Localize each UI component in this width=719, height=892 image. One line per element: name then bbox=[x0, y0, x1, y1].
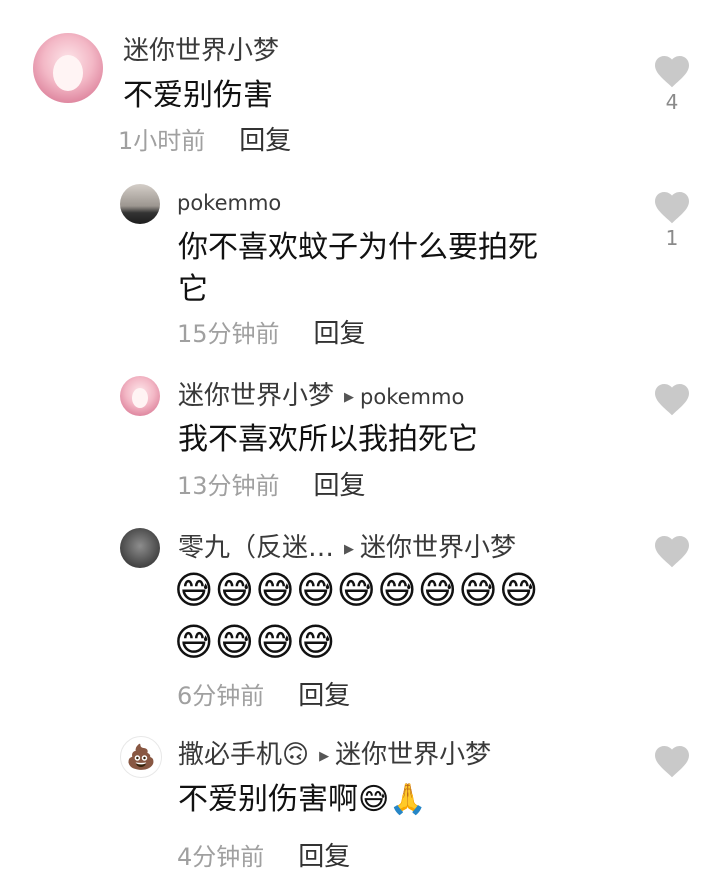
avatar[interactable] bbox=[120, 528, 160, 568]
reply-item: pokemmo 你不喜欢蚊子为什么要拍死 它 15分钟前 回复 1 bbox=[0, 170, 719, 370]
reply-to-user[interactable]: 迷你世界小梦 bbox=[360, 533, 516, 563]
like-button[interactable] bbox=[652, 382, 692, 416]
comment-text: 不爱别伤害 bbox=[123, 78, 273, 113]
comment-time: 4分钟前 bbox=[177, 843, 265, 871]
heart-icon bbox=[655, 536, 689, 568]
like-button[interactable] bbox=[652, 534, 692, 568]
comment-text: 不爱别伤害啊😅🙏 bbox=[178, 782, 427, 817]
comment-meta: 1小时前 回复 bbox=[118, 128, 291, 154]
comment-author[interactable]: 零九（反迷… bbox=[178, 533, 334, 563]
avatar-face bbox=[53, 55, 83, 91]
reply-button[interactable]: 回复 bbox=[314, 319, 366, 349]
avatar[interactable] bbox=[33, 33, 103, 103]
heart-icon bbox=[655, 384, 689, 416]
like-button[interactable]: 1 bbox=[652, 190, 692, 248]
reply-button[interactable]: 回复 bbox=[298, 681, 350, 711]
reply-to-user[interactable]: pokemmo bbox=[360, 385, 464, 409]
like-count: 1 bbox=[665, 226, 679, 250]
comment-author[interactable]: pokemmo bbox=[177, 193, 281, 214]
comment-meta: 6分钟前 回复 bbox=[177, 683, 350, 709]
like-button[interactable]: 4 bbox=[652, 54, 692, 112]
comment-text-line1: 😅😅😅😅😅😅😅😅😅 bbox=[174, 568, 540, 612]
heart-icon bbox=[655, 746, 689, 778]
comment-meta: 4分钟前 回复 bbox=[177, 844, 350, 870]
triangle-right-icon: ▶ bbox=[344, 542, 355, 557]
reply-button[interactable]: 回复 bbox=[239, 126, 291, 156]
like-count: 4 bbox=[665, 90, 679, 114]
comment-item: 迷你世界小梦 不爱别伤害 1小时前 回复 4 bbox=[0, 0, 719, 170]
avatar-face bbox=[132, 388, 148, 408]
comment-author-line: 撒必手机🙃 ▶ 迷你世界小梦 bbox=[178, 742, 491, 768]
comment-author[interactable]: 撒必手机🙃 bbox=[178, 740, 309, 770]
reply-button[interactable]: 回复 bbox=[298, 842, 350, 872]
comment-time: 1小时前 bbox=[118, 127, 206, 155]
reply-item: 零九（反迷… ▶ 迷你世界小梦 😅😅😅😅😅😅😅😅😅 😅😅😅😅 6分钟前 回复 bbox=[0, 520, 719, 730]
reply-item: 迷你世界小梦 ▶ pokemmo 我不喜欢所以我拍死它 13分钟前 回复 bbox=[0, 370, 719, 520]
reply-to-user[interactable]: 迷你世界小梦 bbox=[335, 740, 491, 770]
comment-text: 我不喜欢所以我拍死它 bbox=[178, 422, 478, 457]
comment-time: 6分钟前 bbox=[177, 682, 265, 710]
comment-author-line: 迷你世界小梦 ▶ pokemmo bbox=[178, 383, 464, 409]
like-button[interactable] bbox=[652, 744, 692, 778]
comment-text-line1: 你不喜欢蚊子为什么要拍死 bbox=[178, 230, 538, 265]
comment-time: 13分钟前 bbox=[177, 472, 280, 500]
avatar[interactable]: 💩 bbox=[120, 736, 162, 778]
heart-icon bbox=[655, 56, 689, 88]
comment-meta: 13分钟前 回复 bbox=[177, 473, 366, 499]
comment-author[interactable]: 迷你世界小梦 bbox=[123, 38, 279, 64]
comment-author[interactable]: 迷你世界小梦 bbox=[178, 381, 334, 411]
comment-meta: 15分钟前 回复 bbox=[177, 321, 366, 347]
avatar[interactable] bbox=[120, 184, 160, 224]
reply-button[interactable]: 回复 bbox=[314, 471, 366, 501]
poop-emoji-icon: 💩 bbox=[126, 743, 156, 771]
comment-author-line: 零九（反迷… ▶ 迷你世界小梦 bbox=[178, 535, 516, 561]
avatar[interactable] bbox=[120, 376, 160, 416]
reply-item: 💩 撒必手机🙃 ▶ 迷你世界小梦 不爱别伤害啊😅🙏 4分钟前 回复 bbox=[0, 730, 719, 892]
triangle-right-icon: ▶ bbox=[319, 749, 330, 764]
triangle-right-icon: ▶ bbox=[344, 390, 355, 405]
comment-text-line2: 它 bbox=[178, 272, 208, 307]
comment-time: 15分钟前 bbox=[177, 320, 280, 348]
comment-text-line2: 😅😅😅😅 bbox=[174, 620, 337, 664]
heart-icon bbox=[655, 192, 689, 224]
